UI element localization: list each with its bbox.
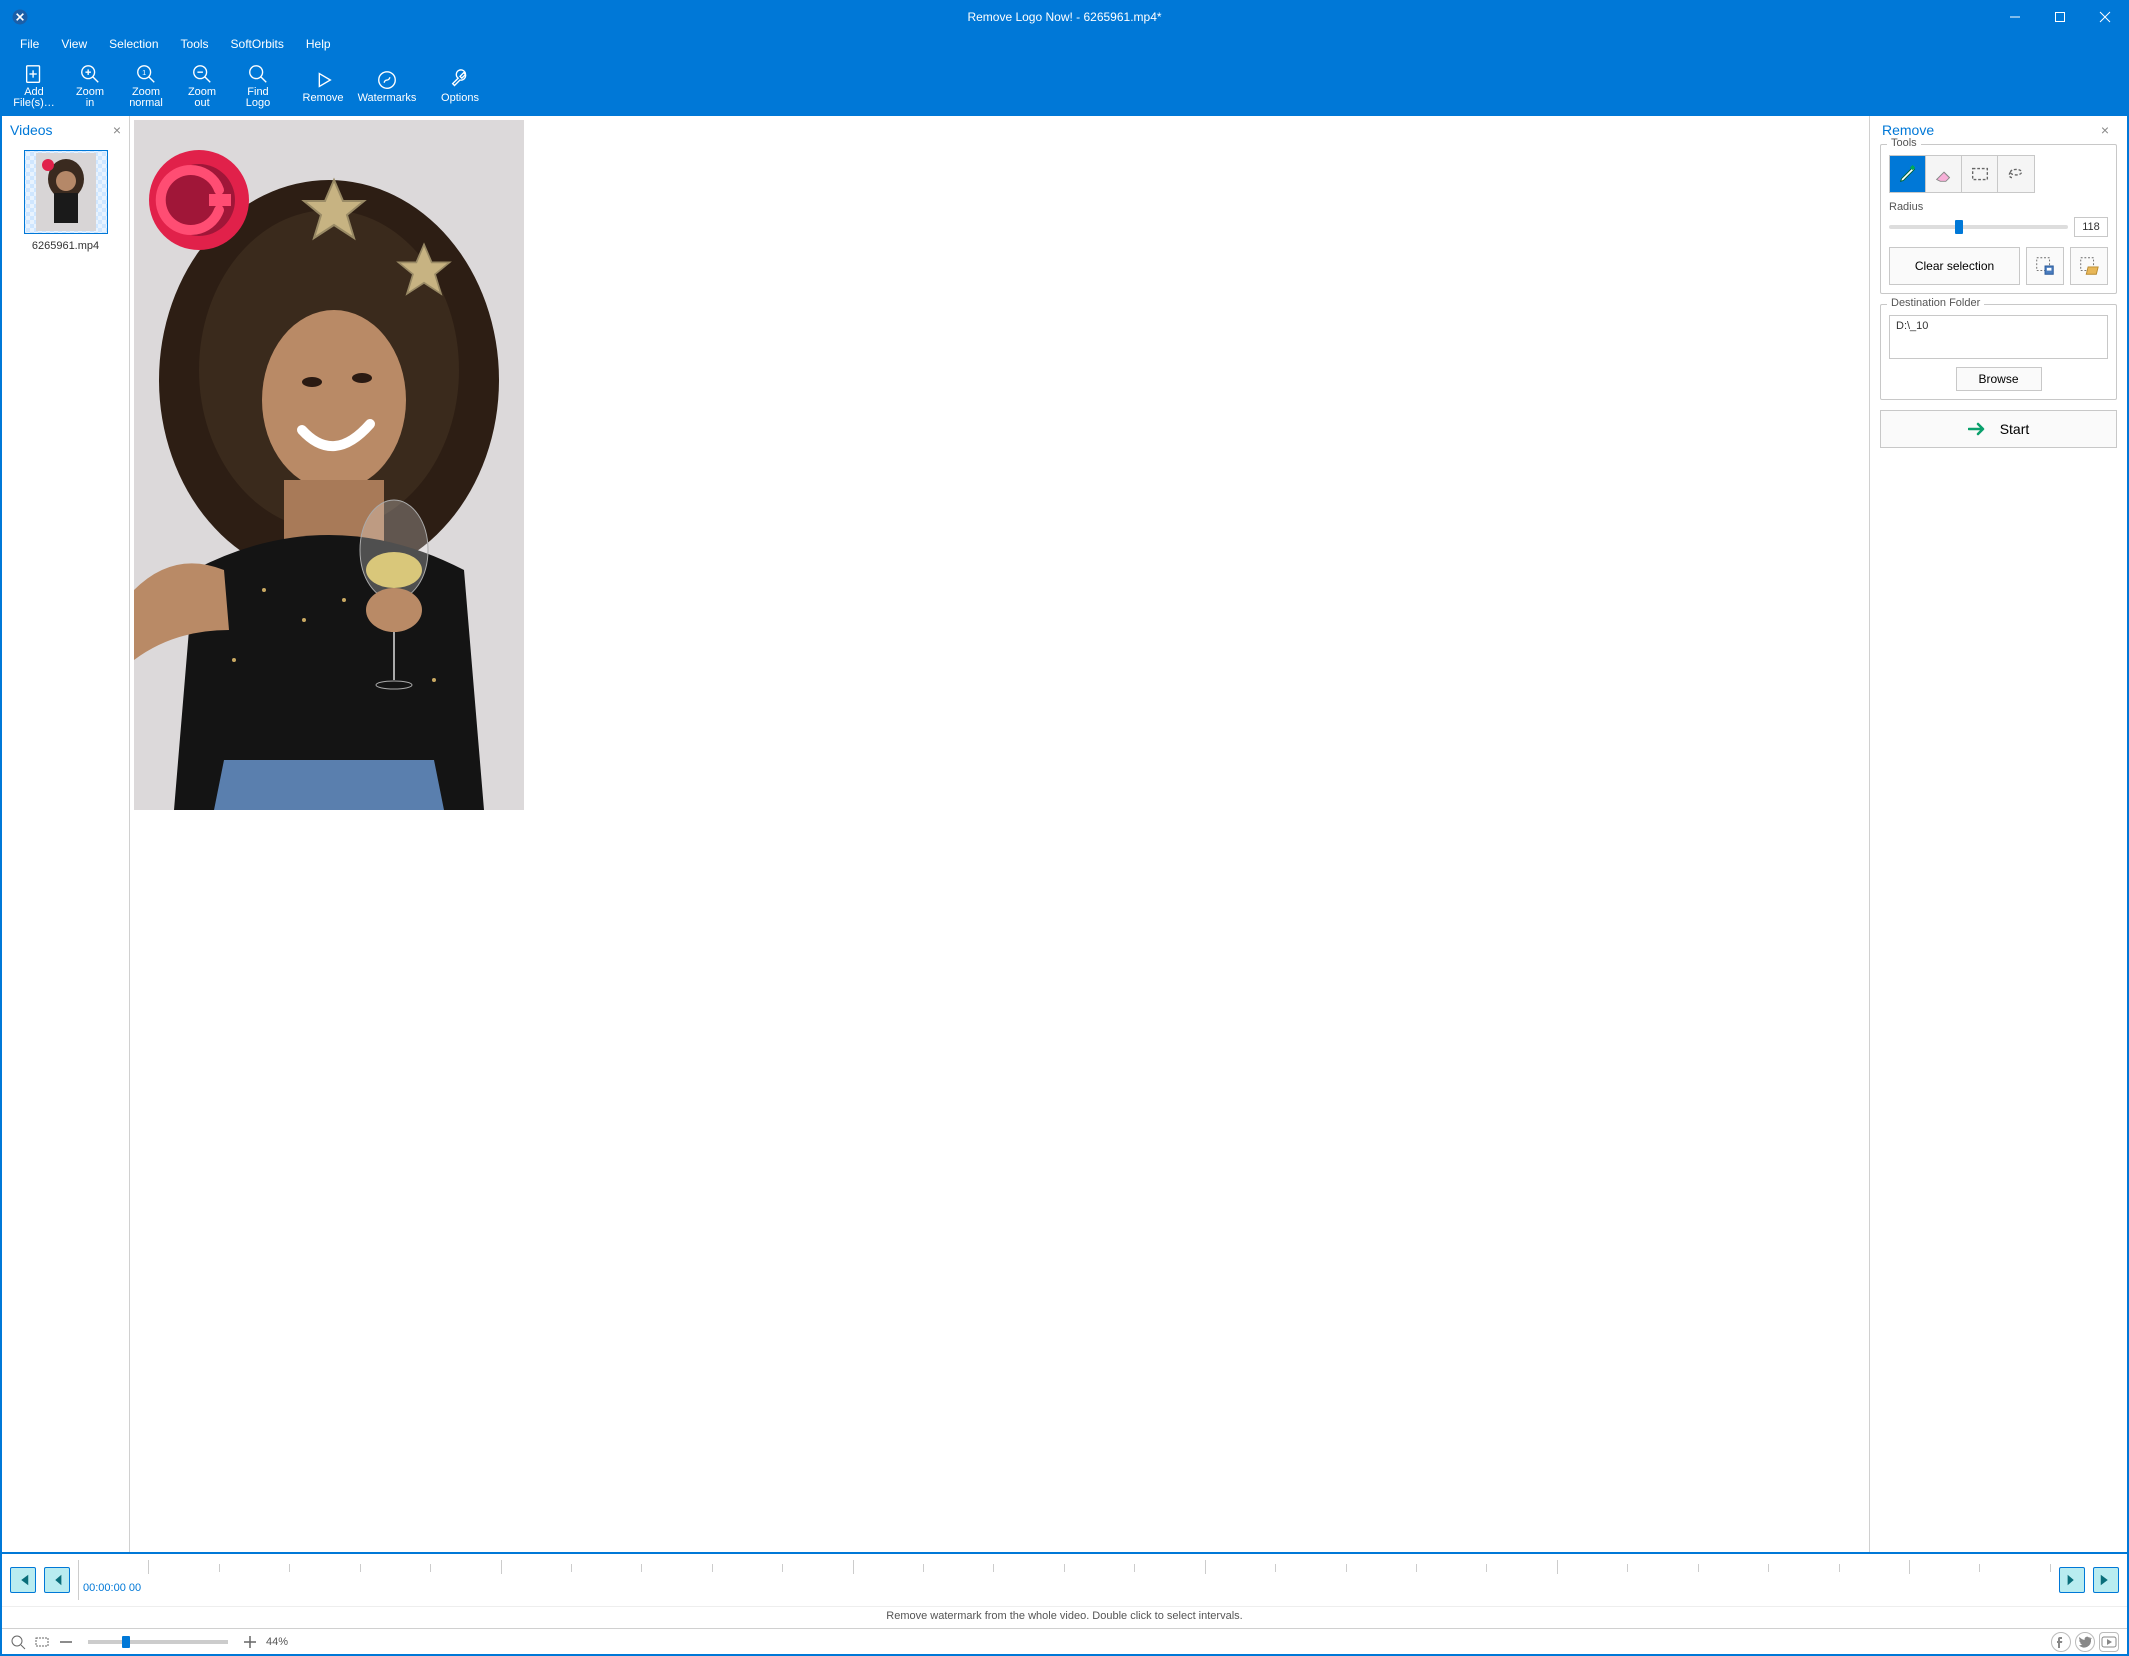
- browse-button[interactable]: Browse: [1956, 367, 2042, 391]
- menu-help[interactable]: Help: [296, 35, 341, 53]
- lasso-tool-button[interactable]: [1998, 156, 2034, 192]
- zoom-out-button[interactable]: Zoom out: [174, 56, 230, 116]
- statusbar: 44%: [2, 1628, 2127, 1654]
- remove-panel-title: Remove: [1882, 122, 1934, 138]
- start-button[interactable]: Start: [1880, 410, 2117, 448]
- destination-path[interactable]: D:\_10: [1889, 315, 2108, 359]
- zoom-normal-button[interactable]: 1 Zoom normal: [118, 56, 174, 116]
- video-preview[interactable]: [134, 120, 524, 810]
- timeline-track[interactable]: 00:00:00 00: [78, 1560, 2051, 1600]
- remove-panel-close-icon[interactable]: ×: [2101, 122, 2109, 138]
- radius-value[interactable]: 118: [2074, 217, 2108, 237]
- find-logo-label: Find Logo: [246, 87, 270, 109]
- facebook-icon[interactable]: [2051, 1632, 2071, 1652]
- options-label: Options: [441, 93, 479, 104]
- clear-selection-button[interactable]: Clear selection: [1889, 247, 2020, 285]
- destination-group-label: Destination Folder: [1887, 297, 1984, 309]
- menu-file[interactable]: File: [10, 35, 49, 53]
- window-controls: [1992, 2, 2127, 32]
- arrow-right-icon: [1968, 422, 1988, 436]
- twitter-icon[interactable]: [2075, 1632, 2095, 1652]
- remove-label: Remove: [303, 93, 344, 104]
- radius-label: Radius: [1889, 201, 2108, 213]
- add-files-button[interactable]: Add File(s)…: [6, 56, 62, 116]
- actual-size-icon[interactable]: [34, 1634, 50, 1650]
- zoom-in-label: Zoom in: [76, 87, 104, 109]
- rectangle-tool-button[interactable]: [1962, 156, 1998, 192]
- videos-panel-close-icon[interactable]: ×: [113, 122, 121, 138]
- timeline-timestamp: 00:00:00 00: [83, 1582, 141, 1594]
- zoom-percent: 44%: [266, 1636, 288, 1648]
- marker-tool-button[interactable]: [1890, 156, 1926, 192]
- preview-panel[interactable]: [130, 116, 1869, 1552]
- menubar: File View Selection Tools SoftOrbits Hel…: [2, 32, 2127, 56]
- watermarks-button[interactable]: Watermarks: [351, 56, 423, 116]
- step-forward-button[interactable]: [2059, 1567, 2085, 1593]
- videos-panel-header: Videos ×: [2, 116, 129, 144]
- tools-group-label: Tools: [1887, 137, 1921, 149]
- zoom-in-button[interactable]: Zoom in: [62, 56, 118, 116]
- zoom-out-icon[interactable]: [58, 1634, 74, 1650]
- radius-slider[interactable]: [1889, 225, 2068, 229]
- close-button[interactable]: [2082, 2, 2127, 32]
- remove-panel: Remove × Tools Radius: [1869, 116, 2127, 1552]
- toolbar: Add File(s)… Zoom in 1 Zoom normal Zoom …: [2, 56, 2127, 116]
- add-files-label: Add File(s)…: [13, 87, 55, 109]
- load-selection-button[interactable]: [2070, 247, 2108, 285]
- fit-window-icon[interactable]: [10, 1634, 26, 1650]
- video-thumbnail: [24, 150, 108, 234]
- maximize-button[interactable]: [2037, 2, 2082, 32]
- svg-text:1: 1: [142, 68, 146, 77]
- seek-end-button[interactable]: [2093, 1567, 2119, 1593]
- start-button-label: Start: [2000, 421, 2030, 437]
- options-button[interactable]: Options: [432, 56, 488, 116]
- videos-panel: Videos × 6265961.mp4: [2, 116, 130, 1552]
- zoom-normal-label: Zoom normal: [129, 87, 163, 109]
- destination-group: Destination Folder D:\_10 Browse: [1880, 304, 2117, 400]
- menu-selection[interactable]: Selection: [99, 35, 168, 53]
- videos-thumb-list: 6265961.mp4: [2, 144, 129, 1552]
- zoom-slider[interactable]: [88, 1640, 228, 1644]
- menu-tools[interactable]: Tools: [171, 35, 219, 53]
- youtube-icon[interactable]: [2099, 1632, 2119, 1652]
- tools-group: Tools Radius 118: [1880, 144, 2117, 294]
- video-thumb-name: 6265961.mp4: [8, 240, 123, 252]
- step-back-button[interactable]: [44, 1567, 70, 1593]
- timeline-area: 00:00:00 00 Remove watermark from the wh…: [2, 1552, 2127, 1628]
- watermarks-label: Watermarks: [358, 93, 417, 104]
- titlebar: Remove Logo Now! - 6265961.mp4*: [2, 2, 2127, 32]
- videos-panel-title: Videos: [10, 122, 53, 138]
- window-title: Remove Logo Now! - 6265961.mp4*: [2, 10, 2127, 24]
- video-thumb-item[interactable]: 6265961.mp4: [8, 150, 123, 252]
- app-icon: [10, 7, 30, 27]
- selection-tools: [1889, 155, 2035, 193]
- menu-softorbits[interactable]: SoftOrbits: [221, 35, 294, 53]
- social-links: [2051, 1632, 2119, 1652]
- zoom-in-icon[interactable]: [242, 1634, 258, 1650]
- eraser-tool-button[interactable]: [1926, 156, 1962, 192]
- minimize-button[interactable]: [1992, 2, 2037, 32]
- remove-button[interactable]: Remove: [295, 56, 351, 116]
- find-logo-button[interactable]: Find Logo: [230, 56, 286, 116]
- zoom-out-label: Zoom out: [188, 87, 216, 109]
- main-area: Videos × 6265961.mp4: [2, 116, 2127, 1552]
- seek-start-button[interactable]: [10, 1567, 36, 1593]
- save-selection-button[interactable]: [2026, 247, 2064, 285]
- menu-view[interactable]: View: [51, 35, 97, 53]
- timeline-hint: Remove watermark from the whole video. D…: [2, 1606, 2127, 1628]
